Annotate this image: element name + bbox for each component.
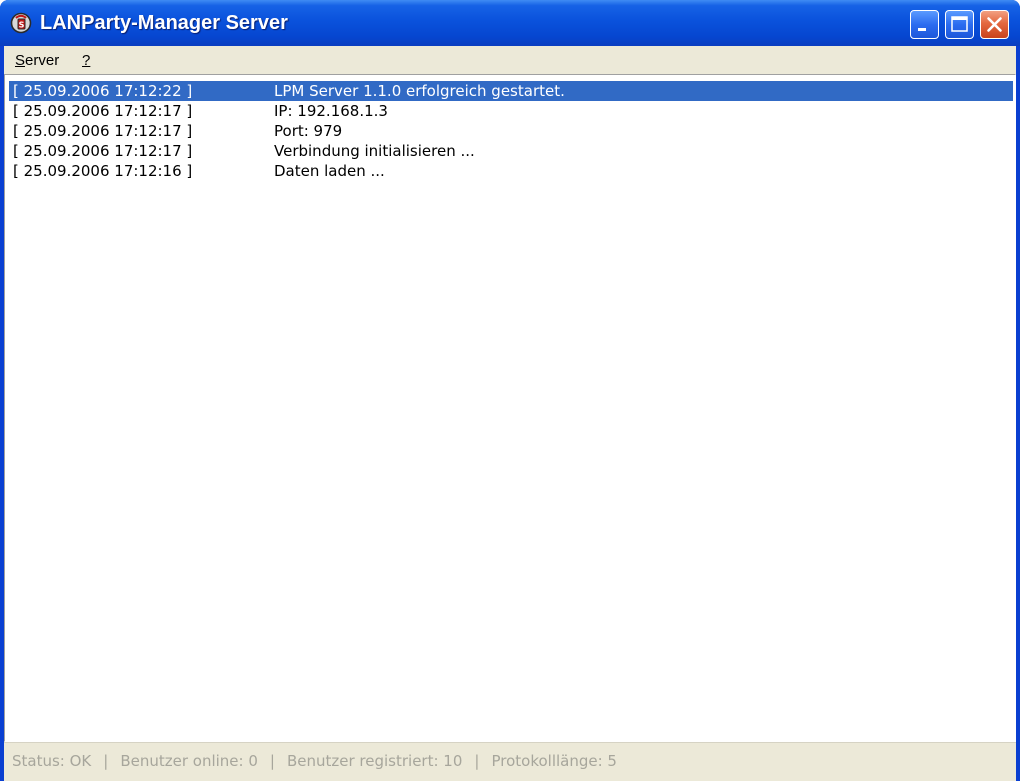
- log-row[interactable]: [ 25.09.2006 17:12:17 ] Verbindung initi…: [9, 141, 1013, 161]
- log-row[interactable]: [ 25.09.2006 17:12:17 ] IP: 192.168.1.3: [9, 101, 1013, 121]
- log-length-label: Protokolllänge: 5: [491, 752, 617, 770]
- status-separator: |: [269, 752, 275, 770]
- minimize-icon: [918, 28, 926, 31]
- log-message: Port: 979: [274, 122, 343, 140]
- log-row[interactable]: [ 25.09.2006 17:12:17 ] Port: 979: [9, 121, 1013, 141]
- window-title: LANParty-Manager Server: [40, 12, 288, 34]
- log-list: [ 25.09.2006 17:12:22 ] LPM Server 1.1.0…: [9, 81, 1013, 181]
- menu-server[interactable]: Server: [15, 52, 59, 69]
- close-icon: [987, 17, 1002, 32]
- menu-help-label: ?: [82, 52, 91, 69]
- log-row[interactable]: [ 25.09.2006 17:12:16 ] Daten laden ...: [9, 161, 1013, 181]
- log-message: Daten laden ...: [274, 162, 385, 180]
- log-timestamp: [ 25.09.2006 17:12:17 ]: [13, 102, 193, 120]
- status-bar-text: Status: OK | Benutzer online: 0 | Benutzer r…: [12, 752, 617, 770]
- minimize-button[interactable]: [910, 10, 939, 39]
- log-timestamp: [ 25.09.2006 17:12:22 ]: [13, 82, 193, 100]
- status-separator: |: [474, 752, 480, 770]
- menu-server-accelerator: S: [15, 52, 26, 69]
- status-separator: |: [103, 752, 109, 770]
- lanparty-manager-app-icon[interactable]: S: [10, 12, 32, 34]
- log-row[interactable]: [ 25.09.2006 17:12:22 ] LPM Server 1.1.0…: [9, 81, 1013, 101]
- log-message: Verbindung initialisieren ...: [274, 142, 475, 160]
- close-button[interactable]: [980, 10, 1009, 39]
- log-message: IP: 192.168.1.3: [274, 102, 388, 120]
- log-timestamp: [ 25.09.2006 17:12:17 ]: [13, 142, 193, 160]
- menu-server-label: erver: [25, 52, 60, 69]
- svg-text:S: S: [19, 21, 25, 30]
- app-window: S LANParty-Manager Server Server ? [25.…: [0, 0, 1020, 781]
- maximize-icon: [951, 16, 968, 32]
- menu-bar: Server ?: [4, 46, 1016, 74]
- log-message: LPM Server 1.1.0 erfolgreich gestartet.: [274, 82, 565, 100]
- log-listbox[interactable]: [ 25.09.2006 17:12:22 ] LPM Server 1.1.0…: [4, 74, 1016, 742]
- log-timestamp: [ 25.09.2006 17:12:16 ]: [13, 162, 193, 180]
- menu-help[interactable]: ?: [82, 52, 90, 69]
- title-bar[interactable]: S LANParty-Manager Server: [0, 0, 1020, 46]
- users-online-label: Benutzer online: 0: [120, 752, 258, 770]
- status-bar: Status: OK | Benutzer online: 0 | Benutzer r…: [4, 742, 1016, 781]
- status-label: Status: OK: [12, 752, 92, 770]
- log-timestamp: [ 25.09.2006 17:12:17 ]: [13, 122, 193, 140]
- users-registered-label: Benutzer registriert: 10: [286, 752, 463, 770]
- maximize-button[interactable]: [945, 10, 974, 39]
